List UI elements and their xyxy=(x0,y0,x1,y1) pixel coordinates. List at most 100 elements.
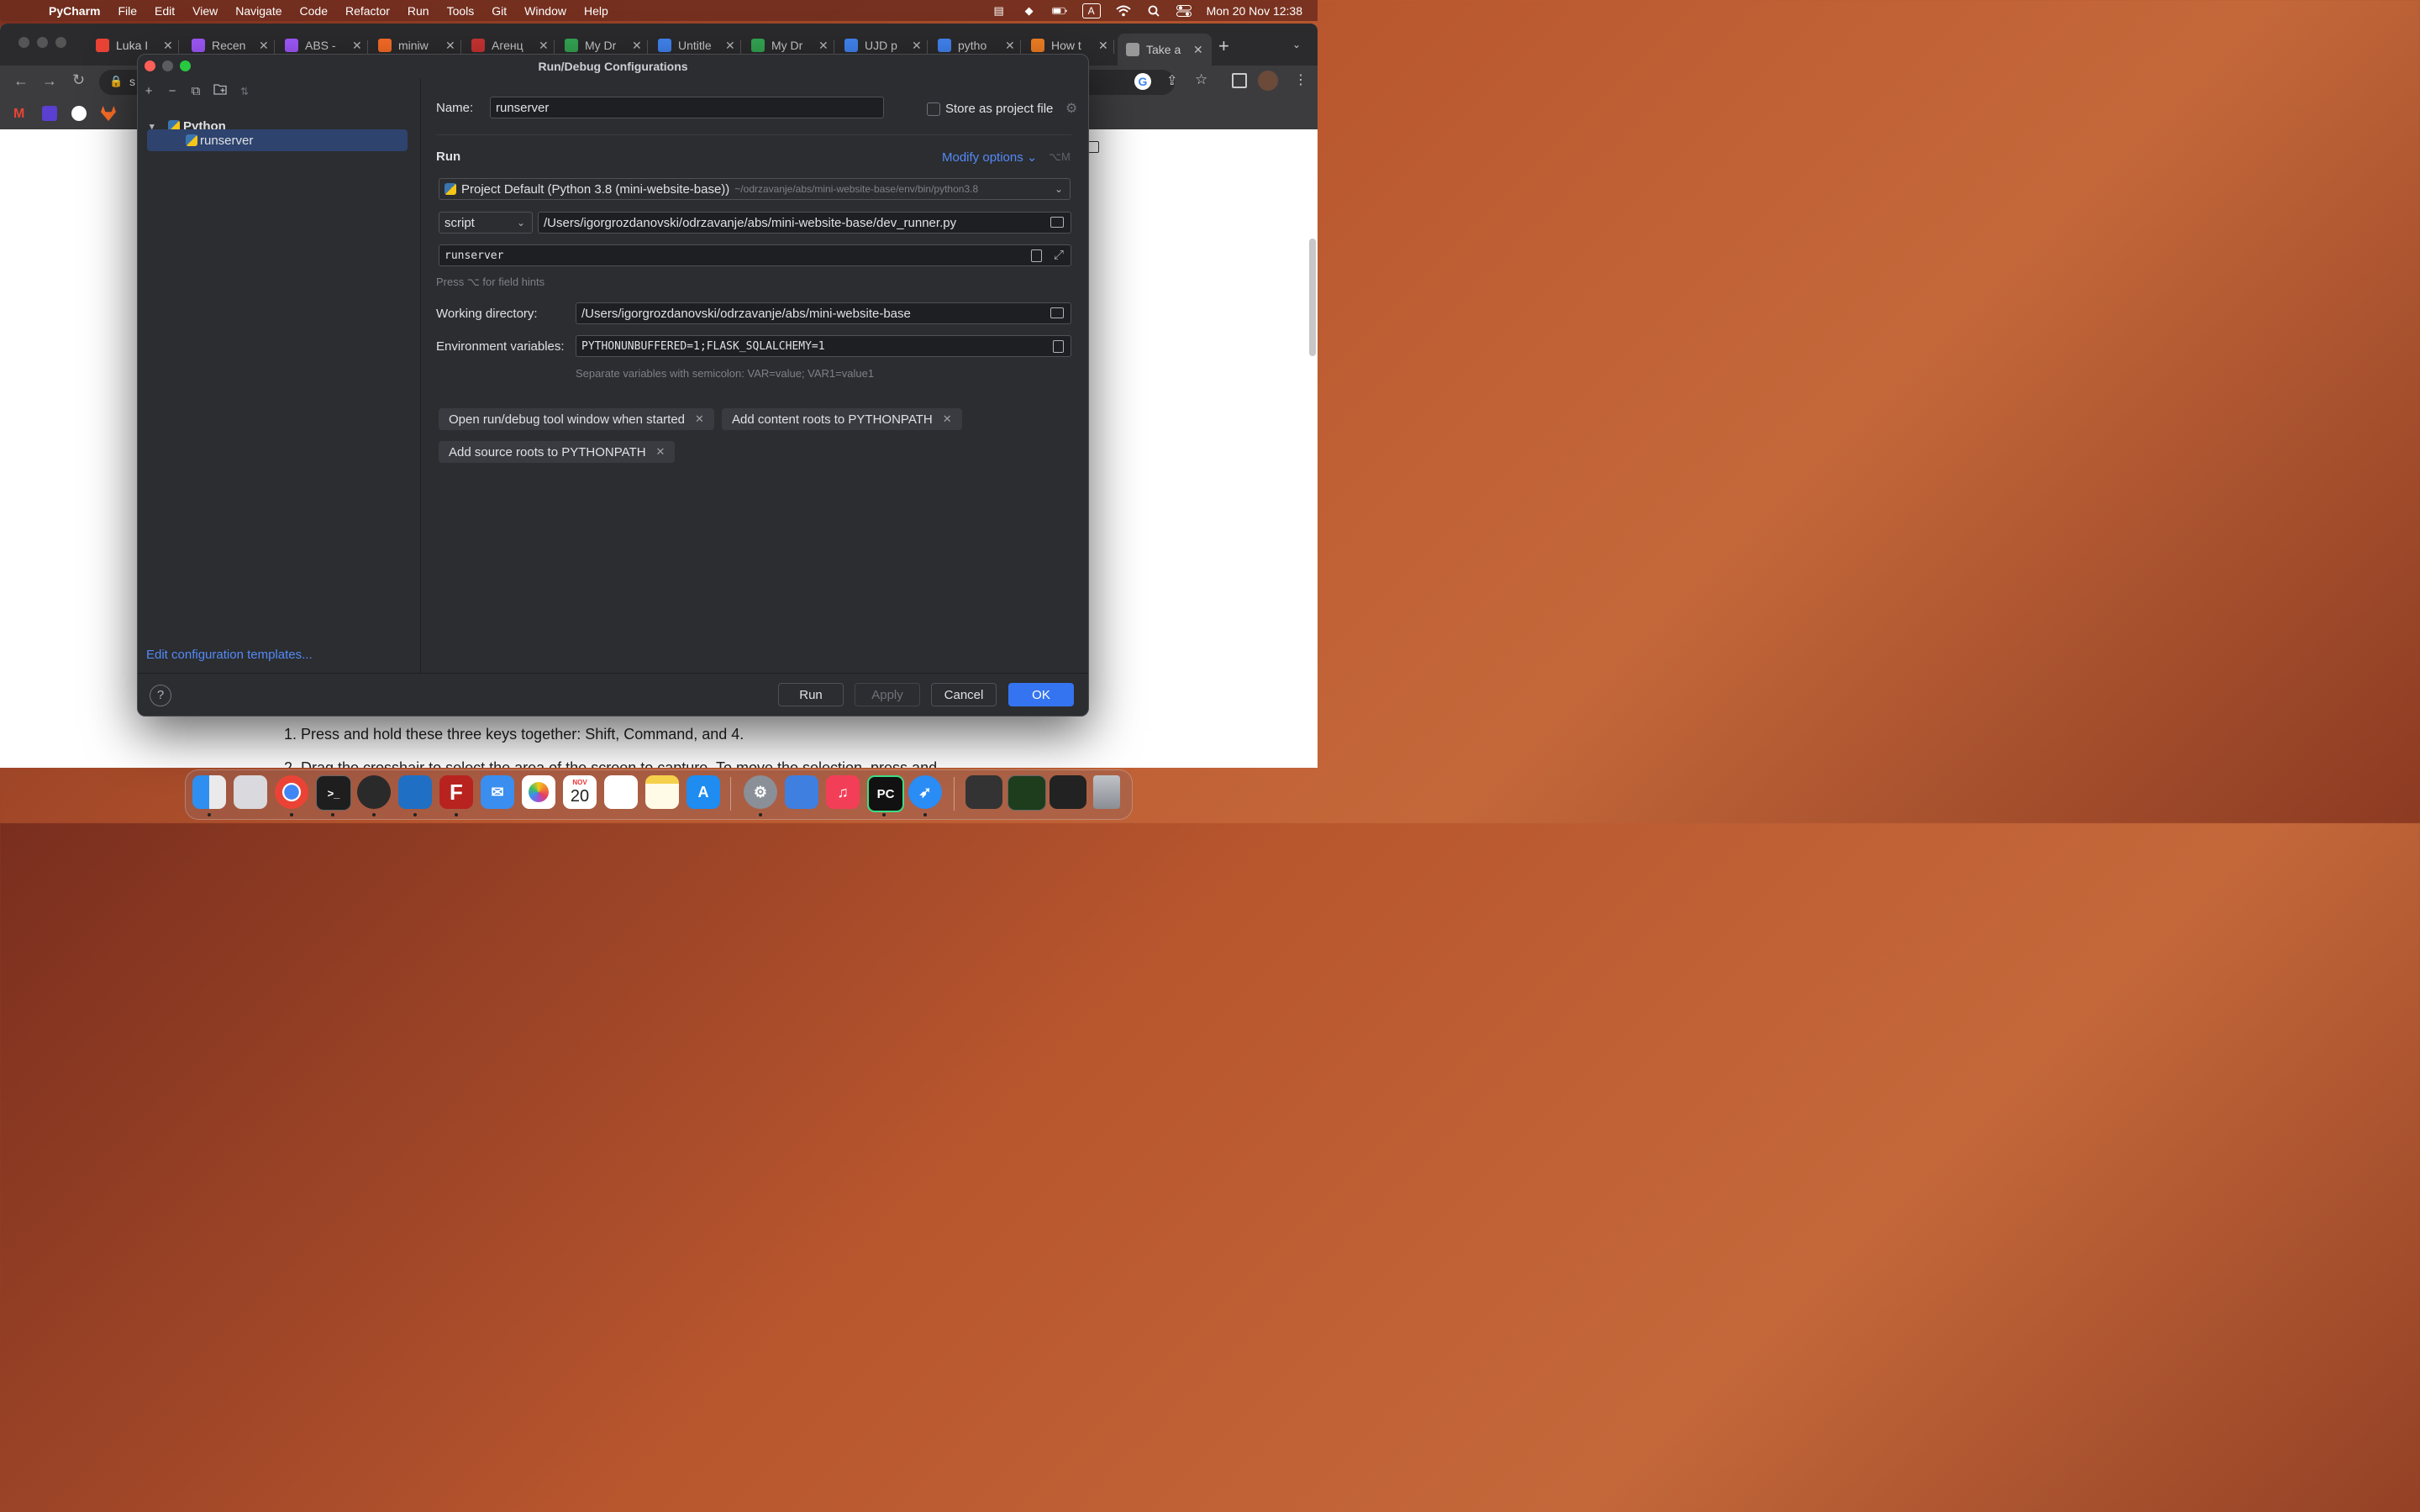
share-icon[interactable]: ⇪ xyxy=(1166,72,1177,89)
docs-stack-icon[interactable] xyxy=(785,775,818,809)
tab-close-icon[interactable]: ✕ xyxy=(818,39,829,53)
menu-code[interactable]: Code xyxy=(300,4,328,18)
forward-arrow-icon[interactable]: → xyxy=(42,72,57,90)
tab-close-icon[interactable]: ✕ xyxy=(912,39,922,53)
tab-close-icon[interactable]: ✕ xyxy=(1193,43,1203,57)
profile-avatar[interactable] xyxy=(1258,71,1278,91)
menu-help[interactable]: Help xyxy=(584,4,608,18)
dialog-close-button[interactable] xyxy=(145,60,155,71)
spotlight-search-icon[interactable] xyxy=(1146,5,1161,17)
expand-icon[interactable]: ⤢ xyxy=(1054,247,1064,262)
back-arrow-icon[interactable]: ← xyxy=(13,72,29,90)
dialog-zoom-button[interactable] xyxy=(180,60,191,71)
dialog-minimize-button[interactable] xyxy=(162,60,173,71)
store-as-project-checkbox[interactable] xyxy=(927,102,940,116)
system-settings-icon[interactable]: ⚙ xyxy=(744,775,777,809)
side-panel-icon[interactable] xyxy=(1232,73,1247,88)
tab-close-icon[interactable]: ✕ xyxy=(725,39,735,53)
folder-icon[interactable] xyxy=(1050,217,1064,228)
trash-icon[interactable] xyxy=(1093,775,1120,809)
tab-close-icon[interactable]: ✕ xyxy=(539,39,549,53)
input-source-icon[interactable]: A xyxy=(1081,3,1101,18)
tab-search-chevron-icon[interactable]: ⌄ xyxy=(1292,39,1301,50)
tab-close-icon[interactable]: ✕ xyxy=(445,39,455,53)
interpreter-dropdown[interactable]: Project Default (Python 3.8 (mini-websit… xyxy=(439,178,1071,200)
google-icon[interactable]: G xyxy=(1134,73,1151,90)
list-icon[interactable] xyxy=(1031,249,1042,262)
new-folder-icon[interactable] xyxy=(212,83,229,100)
tab-close-icon[interactable]: ✕ xyxy=(1098,39,1108,53)
stamp-icon[interactable]: ▤ xyxy=(992,4,1007,17)
menu-refactor[interactable]: Refactor xyxy=(345,4,390,18)
menu-view[interactable]: View xyxy=(192,4,218,18)
sort-icon[interactable]: ⇅ xyxy=(236,83,253,100)
edit-templates-link[interactable]: Edit configuration templates... xyxy=(146,648,313,662)
vscode-icon[interactable] xyxy=(398,775,432,809)
name-field[interactable]: runserver xyxy=(490,97,884,118)
minimized-window-2[interactable] xyxy=(1007,775,1046,811)
app-store-icon[interactable]: A xyxy=(687,775,720,809)
copy-config-icon[interactable]: ⧉ xyxy=(187,83,204,100)
battery-icon[interactable] xyxy=(1051,5,1067,17)
remove-config-icon[interactable]: − xyxy=(164,83,181,100)
browser-menu-icon[interactable]: ⋮ xyxy=(1294,71,1307,88)
wifi-icon[interactable] xyxy=(1115,5,1131,17)
calendar-icon[interactable]: NOV 20 xyxy=(563,775,597,809)
reload-icon[interactable]: ↻ xyxy=(72,71,85,89)
minimized-window-1[interactable] xyxy=(965,775,1002,809)
help-icon[interactable]: ? xyxy=(150,685,171,706)
tab-close-icon[interactable]: ✕ xyxy=(1005,39,1015,53)
ok-button[interactable]: OK xyxy=(1008,683,1074,706)
list-icon[interactable] xyxy=(1053,340,1064,353)
network-app-icon[interactable] xyxy=(357,775,391,809)
run-type-dropdown[interactable]: script ⌄ xyxy=(439,212,533,234)
github-bookmark-icon[interactable] xyxy=(71,106,87,121)
option-chip-content-roots[interactable]: Add content roots to PYTHONPATH ✕ xyxy=(722,408,962,430)
script-path-field[interactable]: /Users/igorgrozdanovski/odrzavanje/abs/m… xyxy=(538,212,1071,234)
close-icon[interactable]: ✕ xyxy=(695,412,704,426)
folder-icon[interactable] xyxy=(1050,307,1064,318)
mail-icon[interactable]: ✉ xyxy=(481,775,514,809)
gitlab-bookmark-icon[interactable] xyxy=(101,106,116,121)
bookmark-star-icon[interactable]: ☆ xyxy=(1195,71,1207,88)
browser-minimize-button[interactable] xyxy=(37,37,48,48)
gmail-bookmark-icon[interactable]: M xyxy=(13,107,24,122)
safari-icon[interactable]: ➶ xyxy=(908,775,942,809)
chrome-icon[interactable] xyxy=(275,775,308,809)
menu-app-name[interactable]: PyCharm xyxy=(49,4,100,18)
notes-icon[interactable] xyxy=(645,775,679,809)
browser-zoom-button[interactable] xyxy=(55,37,66,48)
terminal-icon[interactable]: >_ xyxy=(316,775,351,811)
tab-close-icon[interactable]: ✕ xyxy=(163,39,173,53)
parameters-field[interactable]: runserver ⤢ xyxy=(439,244,1071,266)
yt-bookmark-icon[interactable] xyxy=(42,106,57,121)
tab-close-icon[interactable]: ✕ xyxy=(259,39,269,53)
option-chip-open-tool-window[interactable]: Open run/debug tool window when started ✕ xyxy=(439,408,714,430)
workdir-field[interactable]: /Users/igorgrozdanovski/odrzavanje/abs/m… xyxy=(576,302,1071,324)
tab-close-icon[interactable]: ✕ xyxy=(352,39,362,53)
env-field[interactable]: PYTHONUNBUFFERED=1;FLASK_SQLALCHEMY=1 xyxy=(576,335,1071,357)
tab-close-icon[interactable]: ✕ xyxy=(632,39,642,53)
run-button[interactable]: Run xyxy=(778,683,844,706)
menu-run[interactable]: Run xyxy=(408,4,429,18)
gear-icon[interactable]: ⚙ xyxy=(1065,100,1077,117)
photos-icon[interactable] xyxy=(522,775,555,809)
filezilla-icon[interactable]: F xyxy=(439,775,473,809)
modify-options-link[interactable]: Modify options ⌄ xyxy=(942,150,1037,165)
option-chip-source-roots[interactable]: Add source roots to PYTHONPATH ✕ xyxy=(439,441,676,463)
cancel-button[interactable]: Cancel xyxy=(931,683,997,706)
menu-clock[interactable]: Mon 20 Nov 12:38 xyxy=(1207,4,1302,18)
control-center-icon[interactable] xyxy=(1176,4,1192,17)
browser-close-button[interactable] xyxy=(18,37,29,48)
app-status-icon[interactable]: ◆ xyxy=(1022,4,1037,17)
tree-runserver-item[interactable]: runserver xyxy=(147,129,408,151)
menu-edit[interactable]: Edit xyxy=(155,4,175,18)
close-icon[interactable]: ✕ xyxy=(656,445,666,459)
music-icon[interactable]: ♫ xyxy=(826,775,860,809)
menu-window[interactable]: Window xyxy=(524,4,566,18)
new-tab-button[interactable]: + xyxy=(1218,35,1229,57)
add-config-icon[interactable]: + xyxy=(140,83,157,100)
browser-tab[interactable]: Take a ✕ xyxy=(1118,34,1212,66)
menu-navigate[interactable]: Navigate xyxy=(235,4,281,18)
reminders-icon[interactable] xyxy=(604,775,638,809)
